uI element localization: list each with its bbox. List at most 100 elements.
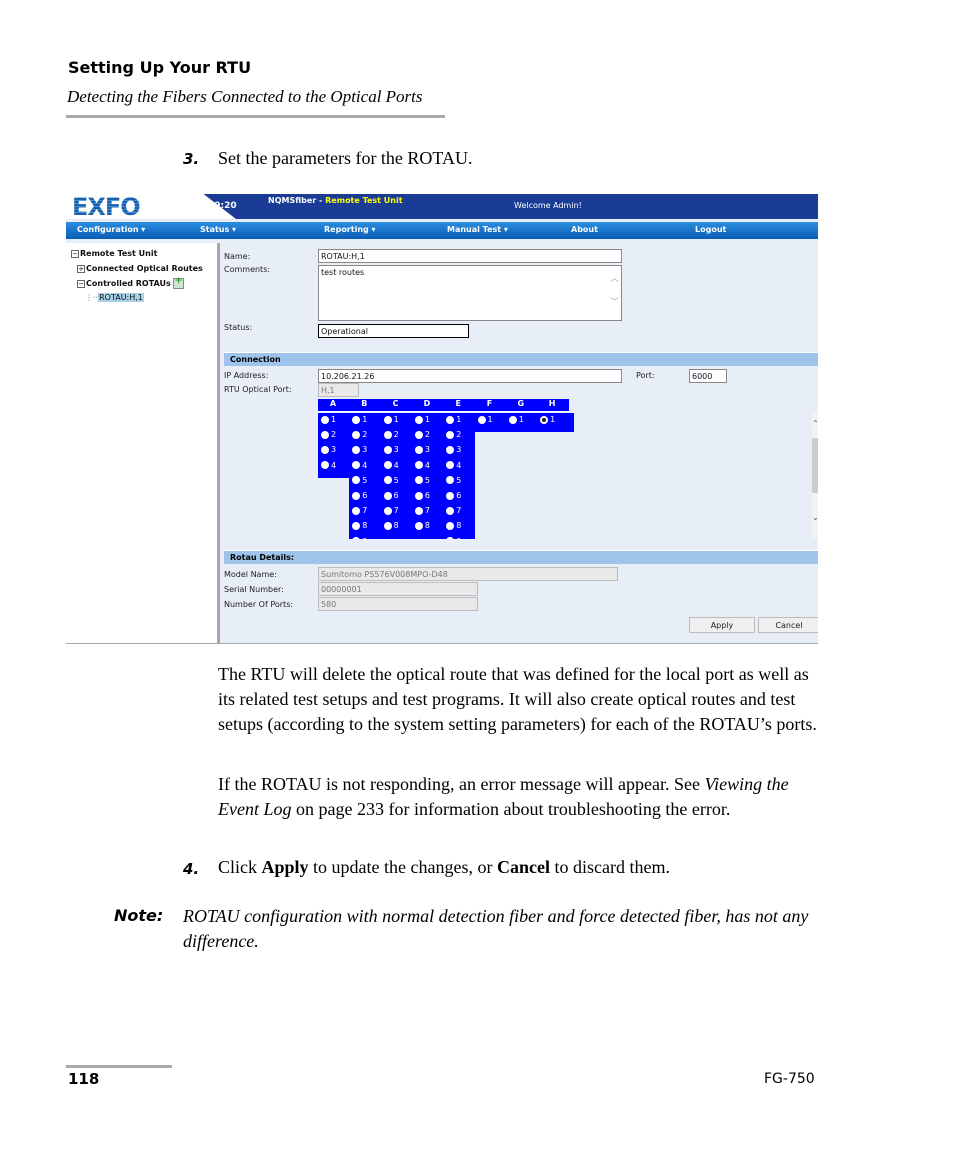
port-radio-option[interactable]: 2 xyxy=(414,430,443,445)
radio-button-icon[interactable] xyxy=(446,430,455,439)
port-radio-option[interactable]: 6 xyxy=(352,491,380,506)
port-radio-option[interactable]: 8 xyxy=(446,521,474,536)
radio-button-icon[interactable] xyxy=(414,461,423,470)
port-radio-option[interactable]: 9 xyxy=(446,537,474,539)
port-radio-option[interactable]: 1 xyxy=(321,415,349,430)
radio-button-icon[interactable] xyxy=(414,521,423,530)
radio-button-icon[interactable] xyxy=(446,521,455,530)
nav-manual-test[interactable]: Manual Test ▾ xyxy=(447,225,508,234)
port-radio-option[interactable]: 6 xyxy=(383,491,412,506)
radio-button-icon[interactable] xyxy=(477,415,486,424)
radio-button-icon[interactable] xyxy=(414,506,423,515)
radio-button-icon[interactable] xyxy=(321,415,329,424)
radio-button-icon[interactable] xyxy=(383,430,392,439)
port-radio-option[interactable]: 2 xyxy=(321,430,349,445)
port-radio-option[interactable]: 3 xyxy=(383,445,412,460)
radio-button-icon[interactable] xyxy=(321,445,329,454)
radio-button-icon[interactable] xyxy=(352,521,361,530)
radio-button-icon[interactable] xyxy=(446,461,455,470)
radio-button-icon[interactable] xyxy=(446,537,455,539)
port-radio-option[interactable]: 2 xyxy=(383,430,412,445)
scroll-down-icon[interactable]: ﹀ xyxy=(610,298,619,309)
port-radio-option[interactable]: 4 xyxy=(352,461,380,476)
port-radio-option[interactable]: 4 xyxy=(446,461,474,476)
radio-button-icon[interactable] xyxy=(446,506,455,515)
tree-item-controlled-rotaus[interactable]: − Controlled ROTAUs xyxy=(77,276,184,289)
comments-textarea[interactable]: test routes ︿ ﹀ xyxy=(318,265,622,321)
scroll-up-arrow-icon[interactable]: ⌃ xyxy=(812,419,818,428)
port-radio-option[interactable]: 9 xyxy=(352,537,380,539)
radio-button-icon[interactable] xyxy=(352,461,361,470)
nav-logout[interactable]: Logout xyxy=(695,225,726,234)
port-radio-option[interactable]: 8 xyxy=(383,521,412,536)
port-radio-option[interactable]: 1 xyxy=(446,415,474,430)
radio-button-icon[interactable] xyxy=(383,461,392,470)
tree-leaf-rotau[interactable]: ⋮··ROTAU:H,1 xyxy=(85,293,144,302)
nav-configuration[interactable]: Configuration ▾ xyxy=(77,225,145,234)
port-input[interactable]: 6000 xyxy=(689,369,727,383)
port-radio-option[interactable]: 6 xyxy=(446,491,474,506)
port-radio-option[interactable]: 7 xyxy=(446,506,474,521)
radio-button-icon[interactable] xyxy=(446,415,455,424)
port-radio-option[interactable]: 8 xyxy=(352,521,380,536)
radio-button-icon[interactable] xyxy=(446,476,455,485)
radio-button-icon[interactable] xyxy=(383,491,392,500)
scrollbar-thumb[interactable] xyxy=(812,438,818,493)
nav-reporting[interactable]: Reporting ▾ xyxy=(324,225,376,234)
port-radio-option[interactable]: 5 xyxy=(352,476,380,491)
radio-button-icon[interactable] xyxy=(540,415,549,424)
port-radio-option[interactable]: 5 xyxy=(446,476,474,491)
cancel-button[interactable]: Cancel xyxy=(758,617,818,633)
port-radio-option[interactable]: 1 xyxy=(508,415,537,430)
port-radio-option[interactable]: 4 xyxy=(321,461,349,476)
port-radio-option[interactable]: 1 xyxy=(540,415,568,430)
radio-button-icon[interactable] xyxy=(383,445,392,454)
radio-button-icon[interactable] xyxy=(321,461,329,470)
port-radio-option[interactable]: 1 xyxy=(383,415,412,430)
radio-button-icon[interactable] xyxy=(508,415,517,424)
port-radio-option[interactable]: 1 xyxy=(352,415,380,430)
tree-item-connected-routes[interactable]: + Connected Optical Routes xyxy=(77,264,203,273)
radio-button-icon[interactable] xyxy=(321,430,329,439)
radio-button-icon[interactable] xyxy=(352,506,361,515)
collapse-icon[interactable]: − xyxy=(71,249,79,258)
port-radio-option[interactable]: 5 xyxy=(414,476,443,491)
radio-button-icon[interactable] xyxy=(352,537,361,539)
radio-button-icon[interactable] xyxy=(414,415,423,424)
port-radio-option[interactable]: 7 xyxy=(352,506,380,521)
port-radio-option[interactable]: 6 xyxy=(414,491,443,506)
port-radio-option[interactable]: 2 xyxy=(446,430,474,445)
radio-button-icon[interactable] xyxy=(383,415,392,424)
scroll-down-arrow-icon[interactable]: ⌄ xyxy=(812,513,818,522)
port-radio-option[interactable]: 4 xyxy=(383,461,412,476)
port-radio-option[interactable]: 7 xyxy=(414,506,443,521)
tree-root[interactable]: − Remote Test Unit xyxy=(71,249,157,258)
nav-about[interactable]: About xyxy=(571,225,598,234)
radio-button-icon[interactable] xyxy=(446,445,455,454)
port-radio-option[interactable]: 4 xyxy=(414,461,443,476)
radio-button-icon[interactable] xyxy=(446,491,455,500)
radio-button-icon[interactable] xyxy=(383,506,392,515)
radio-button-icon[interactable] xyxy=(414,430,423,439)
collapse-icon[interactable]: − xyxy=(77,279,85,288)
port-radio-option[interactable]: 3 xyxy=(352,445,380,460)
radio-button-icon[interactable] xyxy=(352,445,361,454)
port-radio-option[interactable]: 3 xyxy=(321,445,349,460)
port-radio-option[interactable]: 7 xyxy=(383,506,412,521)
expand-icon[interactable]: + xyxy=(77,264,85,273)
radio-button-icon[interactable] xyxy=(414,491,423,500)
port-radio-option[interactable]: 5 xyxy=(383,476,412,491)
port-radio-option[interactable]: 1 xyxy=(477,415,506,430)
scroll-up-icon[interactable]: ︿ xyxy=(610,274,619,285)
nav-status[interactable]: Status ▾ xyxy=(200,225,236,234)
name-input[interactable]: ROTAU:H,1 xyxy=(318,249,622,263)
port-radio-option[interactable]: 2 xyxy=(352,430,380,445)
radio-button-icon[interactable] xyxy=(383,521,392,530)
radio-button-icon[interactable] xyxy=(383,476,392,485)
radio-button-icon[interactable] xyxy=(352,415,361,424)
apply-button[interactable]: Apply xyxy=(689,617,755,633)
ip-address-input[interactable]: 10.206.21.26 xyxy=(318,369,622,383)
radio-button-icon[interactable] xyxy=(352,430,361,439)
port-radio-option[interactable]: 3 xyxy=(446,445,474,460)
add-rotau-icon[interactable] xyxy=(172,276,184,289)
